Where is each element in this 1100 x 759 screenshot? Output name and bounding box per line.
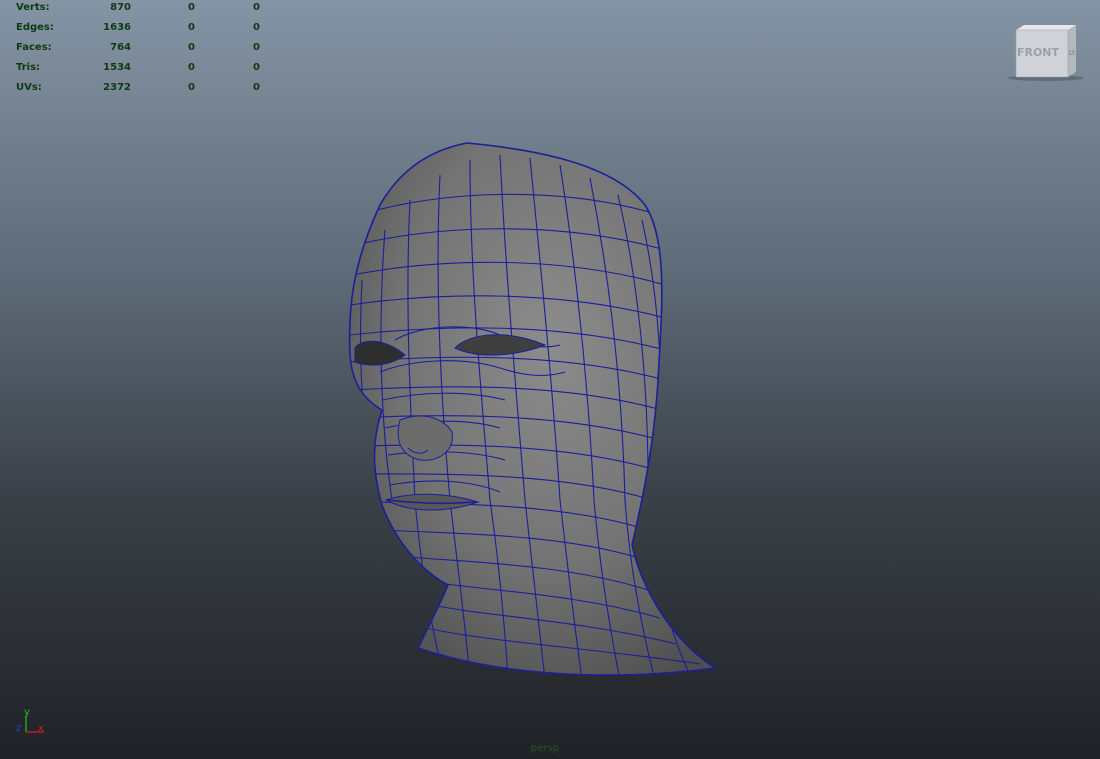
perspective-viewport[interactable]: Verts: 870 0 0 Edges: 1636 0 0 Faces: 76…	[0, 0, 1100, 759]
axis-y-label: y	[24, 707, 30, 718]
head-mesh-viewport	[348, 142, 716, 680]
axis-z-label: z	[16, 723, 21, 734]
camera-name-label: persp	[530, 743, 560, 754]
axis-x-label: x	[38, 723, 44, 734]
head-surface	[349, 143, 715, 676]
head-mesh[interactable]	[348, 142, 716, 680]
axis-indicator: y x z	[16, 707, 44, 734]
